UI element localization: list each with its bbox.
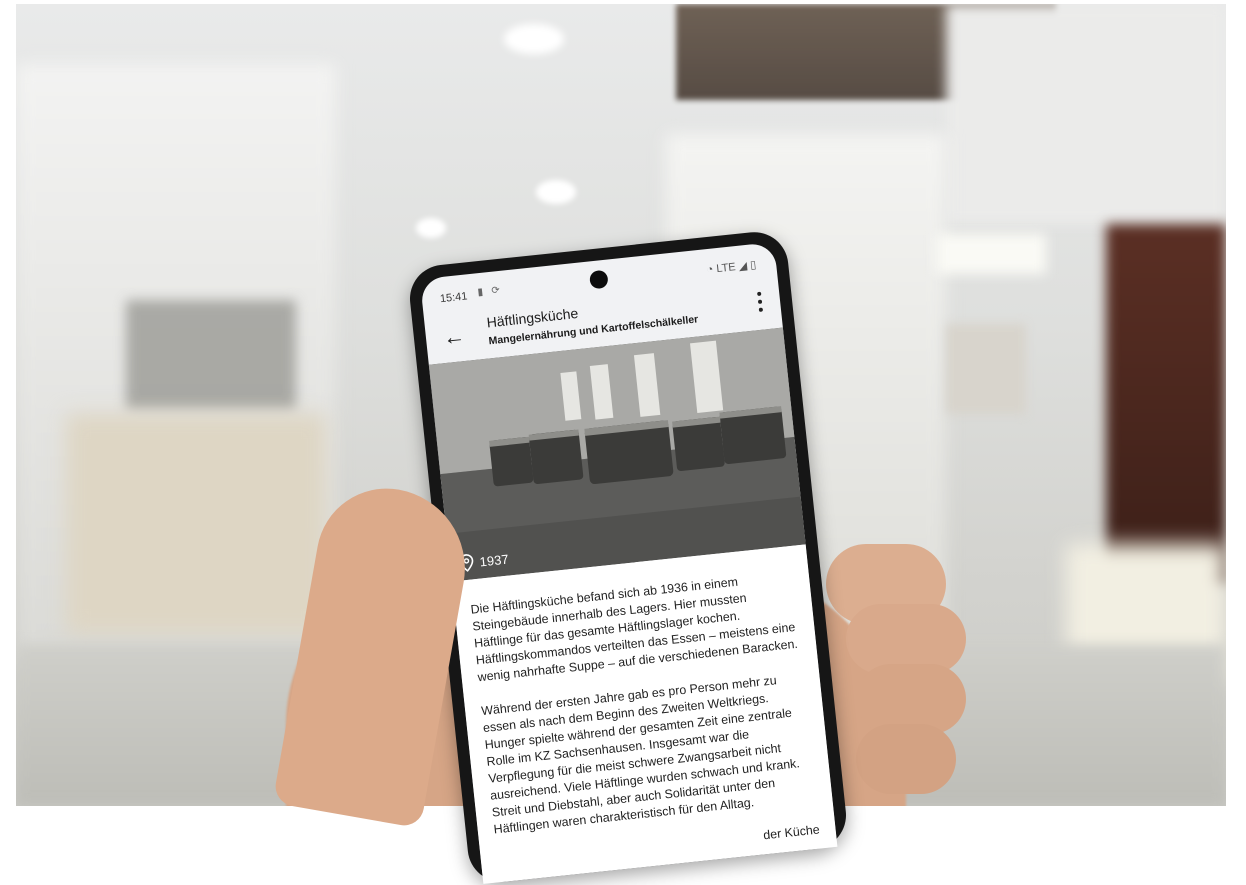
ceiling-panel <box>946 4 1226 224</box>
battery-icon: ▯ <box>749 259 757 272</box>
back-button[interactable]: ← <box>439 323 470 354</box>
network-label: LTE <box>715 261 737 276</box>
signal-icon: ◢ <box>738 259 748 273</box>
article-paragraph: Die Häftlingsküche befand sich ab 1936 i… <box>469 574 799 685</box>
ceiling-light <box>536 180 576 204</box>
right-dark-cabinet <box>1106 224 1226 584</box>
front-camera <box>588 269 609 290</box>
article-paragraph: Während der ersten Jahre gab es pro Pers… <box>480 673 801 837</box>
arrow-left-icon: ← <box>441 322 467 351</box>
left-exhibit-board <box>66 414 326 634</box>
notification-icon: ▮ <box>476 286 484 299</box>
more-menu-button[interactable] <box>751 287 770 319</box>
kitchen-photo-image <box>428 327 806 582</box>
photo-year: 1937 <box>478 551 510 569</box>
right-light-strip <box>936 234 1046 274</box>
phone-screen: 15:41 ▮ ⟳ ◔ LTE ◢ ▯ ← Häftlingsküche Man… <box>419 242 838 884</box>
left-display-case <box>126 300 296 410</box>
status-indicators: ◔ LTE ◢ ▯ <box>706 258 757 276</box>
status-time: 15:41 <box>439 290 469 306</box>
smartphone: 15:41 ▮ ⟳ ◔ LTE ◢ ▯ ← Häftlingsküche Man… <box>406 228 850 885</box>
ceiling-light <box>504 24 564 54</box>
hand-finger <box>856 724 956 794</box>
historic-kitchen-photo[interactable]: 1937 <box>428 327 806 582</box>
more-vert-icon <box>757 291 762 297</box>
article-content: Die Häftlingsküche befand sich ab 1936 i… <box>451 544 838 884</box>
ceiling-light <box>416 218 446 238</box>
sync-icon: ⟳ <box>490 284 501 297</box>
wifi-calling-icon: ◔ <box>706 263 714 277</box>
right-wall-frame <box>946 324 1026 414</box>
